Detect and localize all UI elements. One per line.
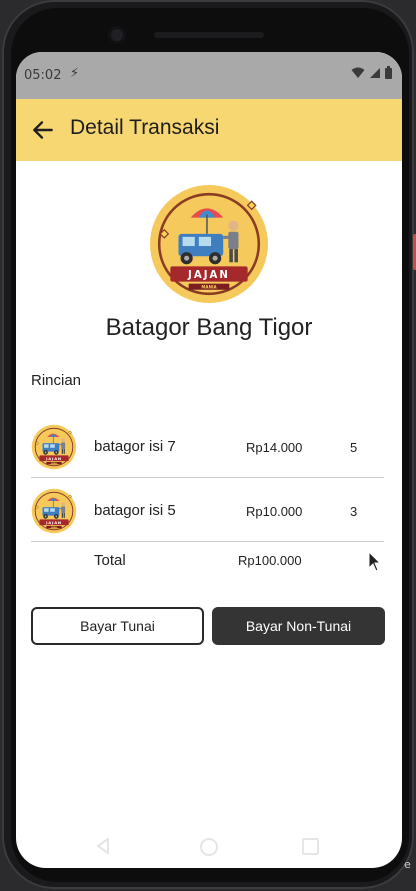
pay-non-cash-button[interactable]: Bayar Non-Tunai [212, 607, 385, 645]
app-screen: 05:02 ⚡ Detail Transaksi Batagor Bang Ti… [16, 52, 402, 868]
item-quantity: 3 [350, 504, 358, 519]
total-value: Rp100.000 [238, 553, 302, 568]
battery-icon [385, 66, 392, 79]
wifi-icon [351, 67, 365, 78]
item-name: batagor isi 5 [94, 502, 176, 519]
front-camera [108, 26, 126, 44]
nav-home-icon[interactable] [200, 838, 218, 856]
phone-frame: 05:02 ⚡ Detail Transaksi Batagor Bang Ti… [2, 0, 416, 889]
page-title: Detail Transaksi [70, 116, 220, 139]
store-logo [148, 183, 270, 305]
item-price: Rp14.000 [246, 440, 303, 455]
item-divider [31, 541, 384, 542]
item-image [31, 488, 77, 534]
list-item: batagor isi 7 Rp14.000 5 [31, 418, 385, 478]
nav-back-icon[interactable] [96, 838, 110, 854]
total-label: Total [94, 552, 126, 569]
status-bar: 05:02 ⚡ [16, 52, 402, 99]
app-bar: Detail Transaksi [16, 99, 402, 161]
item-image [31, 424, 77, 470]
pay-cash-button[interactable]: Bayar Tunai [31, 607, 204, 645]
list-item: batagor isi 5 Rp10.000 3 [31, 482, 385, 542]
signal-icon [370, 67, 380, 78]
data-activity-icon: ⚡ [70, 66, 80, 81]
item-quantity: 5 [350, 440, 358, 455]
mouse-cursor-icon [368, 551, 382, 572]
section-label-rincian: Rincian [31, 372, 82, 389]
status-time: 05:02 [24, 68, 62, 83]
store-name: Batagor Bang Tigor [105, 314, 313, 341]
item-price: Rp10.000 [246, 504, 303, 519]
status-icons [351, 66, 392, 79]
nav-recents-icon[interactable] [302, 838, 319, 855]
item-name: batagor isi 7 [94, 438, 176, 455]
back-arrow-icon[interactable] [30, 117, 56, 143]
earpiece-speaker [154, 32, 264, 38]
corner-text: e [404, 858, 411, 871]
system-nav-bar [16, 824, 402, 868]
item-divider [31, 477, 384, 478]
